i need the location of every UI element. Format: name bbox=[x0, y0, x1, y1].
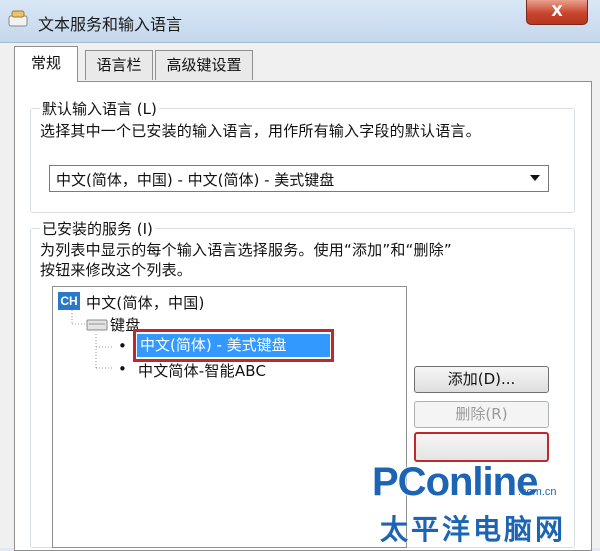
dropdown-value: 中文(简体，中国) - 中文(简体) - 美式键盘 bbox=[56, 171, 335, 189]
default-language-dropdown[interactable]: 中文(简体，中国) - 中文(简体) - 美式键盘 bbox=[49, 165, 549, 192]
language-badge-icon: CH bbox=[58, 292, 80, 310]
keyboard-icon bbox=[8, 10, 28, 27]
window-title: 文本服务和输入语言 bbox=[38, 15, 183, 34]
installed-services-description-line2: 按钮来修改这个列表。 bbox=[40, 261, 193, 279]
watermark-logo: PConline .com.cn 太平洋电脑网 bbox=[360, 450, 600, 548]
tab-advanced-key-settings[interactable]: 高级键设置 bbox=[155, 50, 253, 80]
watermark-brand: PConline bbox=[372, 460, 538, 504]
title-bar: 文本服务和输入语言 X bbox=[0, 0, 600, 43]
tab-general[interactable]: 常规 bbox=[14, 46, 78, 82]
tree-item-bullet: • bbox=[118, 360, 128, 378]
chevron-down-icon bbox=[530, 175, 540, 181]
installed-services-description-line1: 为列表中显示的每个输入语言选择服务。使用“添加”和“删除” bbox=[40, 241, 452, 259]
tree-item-label[interactable]: 中文简体-智能ABC bbox=[138, 360, 266, 381]
tree-language-label[interactable]: 中文(简体，中国) bbox=[86, 292, 205, 313]
watermark-domain: .com.cn bbox=[518, 486, 557, 498]
watermark-subtitle: 太平洋电脑网 bbox=[380, 513, 567, 546]
remove-button[interactable]: 删除(R) bbox=[414, 401, 549, 428]
tab-language-bar[interactable]: 语言栏 bbox=[85, 50, 153, 80]
installed-services-legend: 已安装的服务 (I) bbox=[40, 218, 155, 239]
add-button[interactable]: 添加(D)... bbox=[414, 366, 549, 393]
annotation-highlight-box bbox=[133, 329, 334, 362]
keyboard-category-icon bbox=[86, 319, 108, 331]
tree-item-bullet: • bbox=[118, 337, 128, 355]
default-language-legend: 默认输入语言 (L) bbox=[40, 98, 159, 119]
default-language-description: 选择其中一个已安装的输入语言，用作所有输入字段的默认语言。 bbox=[40, 122, 481, 140]
close-button[interactable]: X bbox=[526, 0, 588, 25]
